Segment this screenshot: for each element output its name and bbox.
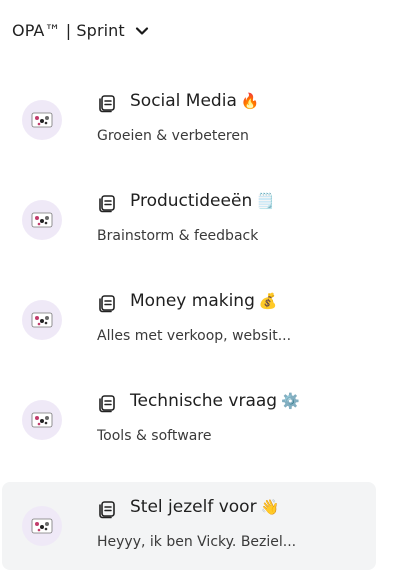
channel-doc-icon bbox=[97, 94, 117, 114]
channel-avatar bbox=[22, 300, 62, 340]
channel-title: Social Media 🔥 bbox=[130, 91, 260, 111]
waving-hand-icon: 👋 bbox=[260, 498, 280, 516]
channel-avatar bbox=[22, 200, 62, 240]
notepad-icon: 🗒️ bbox=[256, 192, 275, 210]
channel-avatar bbox=[22, 100, 62, 140]
channel-subtitle: Alles met verkoop, websit... bbox=[97, 328, 292, 344]
channel-doc-icon bbox=[97, 194, 117, 214]
gear-icon: ⚙️ bbox=[281, 392, 300, 410]
channel-item-productideeen[interactable]: Productideeën 🗒️ Brainstorm & feedback bbox=[2, 176, 376, 264]
channel-subtitle: Groeien & verbeteren bbox=[97, 128, 249, 144]
channel-title: Stel jezelf voor 👋 bbox=[130, 497, 280, 517]
channel-item-technische-vraag[interactable]: Technische vraag ⚙️ Tools & software bbox=[2, 376, 376, 464]
channel-item-stel-jezelf-voor[interactable]: Stel jezelf voor 👋 Heyyy, ik ben Vicky. B… bbox=[2, 482, 376, 570]
community-switcher[interactable]: OPA™ | Sprint bbox=[12, 18, 149, 42]
fire-icon: 🔥 bbox=[240, 92, 260, 110]
channel-avatar bbox=[22, 506, 62, 546]
channel-title: Productideeën 🗒️ bbox=[130, 191, 275, 211]
channel-item-social-media[interactable]: Social Media 🔥 Groeien & verbeteren bbox=[2, 76, 376, 164]
chevron-down-icon bbox=[135, 23, 149, 37]
channel-title: Technische vraag ⚙️ bbox=[130, 391, 300, 411]
channel-subtitle: Brainstorm & feedback bbox=[97, 228, 259, 244]
channel-doc-icon bbox=[97, 500, 117, 520]
community-title: OPA™ | Sprint bbox=[12, 20, 125, 40]
channel-subtitle: Heyyy, ik ben Vicky. Beziel... bbox=[97, 534, 297, 550]
channel-avatar bbox=[22, 400, 62, 440]
money-bag-icon: 💰 bbox=[258, 292, 278, 310]
channel-subtitle: Tools & software bbox=[97, 428, 212, 444]
channel-doc-icon bbox=[97, 394, 117, 414]
channel-title: Money making 💰 bbox=[130, 291, 278, 311]
channel-item-money-making[interactable]: Money making 💰 Alles met verkoop, websit.… bbox=[2, 276, 376, 364]
channel-doc-icon bbox=[97, 294, 117, 314]
